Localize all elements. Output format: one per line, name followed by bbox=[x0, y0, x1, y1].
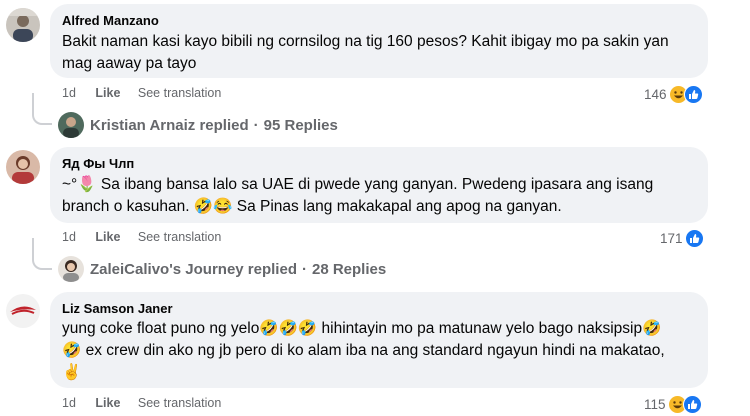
like-button[interactable]: Like bbox=[95, 86, 120, 100]
see-translation-link[interactable]: See translation bbox=[138, 86, 221, 100]
like-icon bbox=[684, 229, 704, 248]
reaction-summary[interactable]: 115 bbox=[644, 395, 702, 414]
reaction-count: 171 bbox=[660, 231, 683, 246]
comment-text-line: branch o kasuhan. 🤣😂 Sa Pinas lang makak… bbox=[62, 198, 562, 215]
thread-line bbox=[32, 93, 52, 125]
comment-text-line: 🤣 ex crew din ako ng jb pero di ko alam … bbox=[62, 342, 665, 359]
comment-author[interactable]: Liz Samson Janer bbox=[62, 301, 173, 316]
like-icon bbox=[683, 85, 703, 104]
avatar[interactable] bbox=[6, 294, 40, 328]
comment-actions: 1d Like See translation bbox=[62, 230, 221, 244]
avatar[interactable] bbox=[6, 150, 40, 184]
separator: · bbox=[253, 116, 259, 134]
comment-text-line: ~°🌷 Sa ibang bansa lalo sa UAE di pwede … bbox=[62, 176, 654, 193]
comment-actions: 1d Like See translation bbox=[62, 86, 221, 100]
comment-text-line: ✌️ bbox=[62, 364, 82, 381]
like-icon bbox=[682, 395, 702, 414]
like-button[interactable]: Like bbox=[95, 396, 120, 410]
comment-time[interactable]: 1d bbox=[62, 396, 76, 410]
comment-text-line: mag aaway pa tayo bbox=[62, 55, 197, 72]
reaction-count: 115 bbox=[644, 397, 666, 412]
comment-bubble: Liz Samson Janer yung coke float puno ng… bbox=[50, 292, 708, 388]
avatar bbox=[58, 256, 84, 282]
view-replies-link[interactable]: Kristian Arnaiz replied · 95 Replies bbox=[58, 112, 338, 138]
like-button[interactable]: Like bbox=[95, 230, 120, 244]
reply-author-text: Kristian Arnaiz replied bbox=[90, 116, 249, 134]
see-translation-link[interactable]: See translation bbox=[138, 396, 221, 410]
reaction-count: 146 bbox=[644, 87, 667, 102]
comment-text-line: Bakit naman kasi kayo bibili ng cornsilo… bbox=[62, 33, 669, 50]
comment-author[interactable]: Alfred Manzano bbox=[62, 13, 159, 28]
view-replies-link[interactable]: ZaleiCalivo's Journey replied · 28 Repli… bbox=[58, 256, 386, 282]
comment-time[interactable]: 1d bbox=[62, 230, 76, 244]
reaction-summary[interactable]: 146 bbox=[644, 85, 703, 104]
see-translation-link[interactable]: See translation bbox=[138, 230, 221, 244]
comment-bubble: Alfred Manzano Bakit naman kasi kayo bib… bbox=[50, 4, 708, 78]
reply-count: 95 Replies bbox=[263, 116, 338, 134]
avatar bbox=[58, 112, 84, 138]
reaction-summary[interactable]: 171 bbox=[660, 229, 704, 248]
separator: · bbox=[301, 260, 307, 278]
thread-line bbox=[32, 238, 52, 270]
comment-bubble: Яд Фы Члп ~°🌷 Sa ibang bansa lalo sa UAE… bbox=[50, 147, 708, 223]
reply-author-text: ZaleiCalivo's Journey replied bbox=[90, 260, 297, 278]
comment-text-line: yung coke float puno ng yelo🤣🤣🤣 hihintay… bbox=[62, 320, 662, 337]
reply-count: 28 Replies bbox=[311, 260, 387, 278]
avatar[interactable] bbox=[6, 8, 40, 42]
comment-actions: 1d Like See translation bbox=[62, 396, 221, 410]
comment-author[interactable]: Яд Фы Члп bbox=[62, 156, 134, 171]
comment-time[interactable]: 1d bbox=[62, 86, 76, 100]
